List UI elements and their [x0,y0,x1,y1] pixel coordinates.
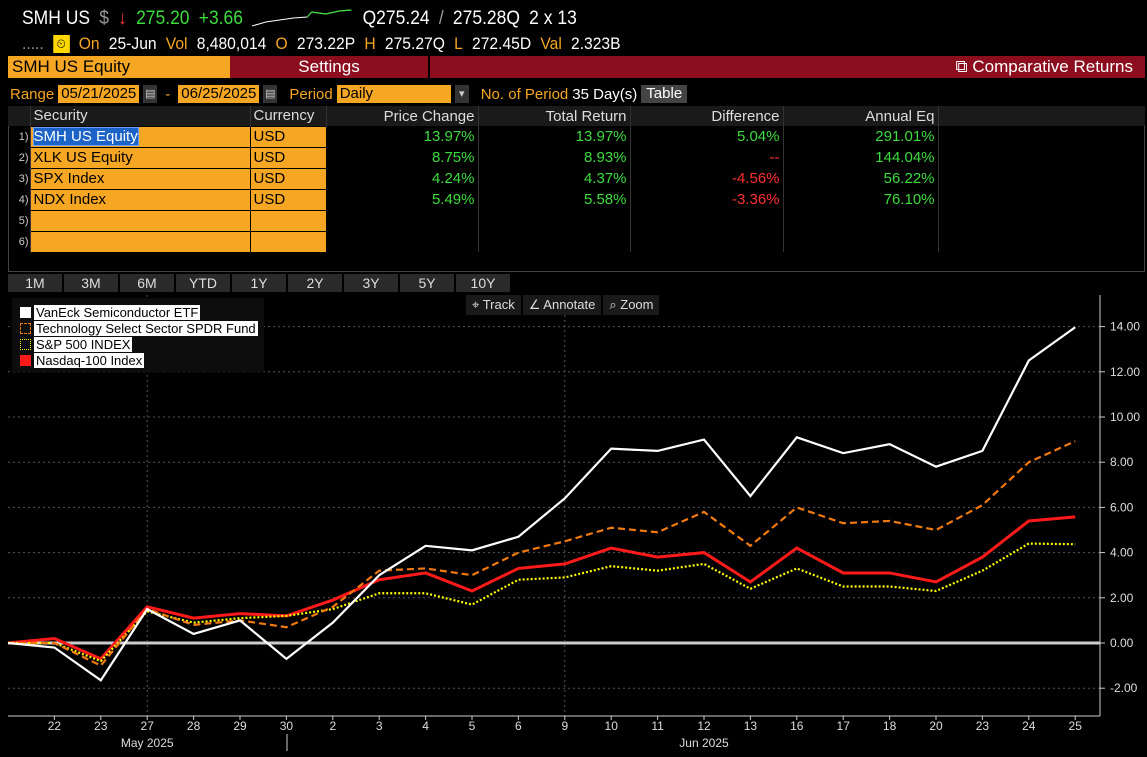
legend-label: Nasdaq-100 Index [34,352,145,368]
returns-chart[interactable]: -2.00 0.00 2.00 4.00 6.00 8.00 10.00 12.00 14.00… [0,0,1147,757]
zoom-label: Zoom [620,297,654,312]
zoom-button[interactable]: ⌕ Zoom [603,295,660,315]
x-tick-label: 18 [883,719,897,733]
track-button[interactable]: ⌖ Track [466,295,521,315]
x-tick-label: 6 [515,719,522,733]
y-tick-label: 14.00 [1110,320,1140,334]
magnifier-icon: ⌕ [609,297,621,312]
x-tick-label: 13 [744,719,758,733]
annotate-label: Annotate [543,297,596,312]
y-tick-label: 12.00 [1110,365,1140,379]
x-tick-label: 16 [790,719,804,733]
crosshair-icon: ⌖ [472,297,483,312]
chart-legend: VanEck Semiconductor ETF Technology Selec… [12,298,264,372]
y-tick-label: 0.00 [1110,636,1134,650]
x-tick-label: 29 [233,719,247,733]
month-label: Jun 2025 [679,736,729,750]
legend-swatch [20,306,31,318]
x-tick-label: 22 [48,719,62,733]
x-tick-label: 25 [1069,719,1083,733]
track-label: Track [482,297,515,312]
x-tick-label: 9 [561,719,568,733]
chart-tools: ⌖ Track ∠ Annotate ⌕ Zoom [466,295,660,315]
x-tick-label: 11 [651,719,664,733]
x-tick-label: 17 [837,719,851,733]
legend-item[interactable]: VanEck Semiconductor ETF [20,304,264,320]
x-tick-label: 10 [605,719,619,733]
legend-swatch [20,338,31,350]
x-tick-label: 5 [469,719,476,733]
legend-label: VanEck Semiconductor ETF [34,304,201,320]
y-tick-label: 8.00 [1110,455,1134,469]
x-tick-label: 2 [329,719,336,733]
legend-item[interactable]: Technology Select Sector SPDR Fund [20,320,264,336]
x-tick-label: 27 [141,719,155,733]
x-tick-label: 28 [187,719,201,733]
y-tick-label: 6.00 [1110,500,1134,514]
x-tick-label: 3 [376,719,383,733]
legend-swatch [20,354,31,366]
legend-swatch [20,322,31,334]
y-tick-label: 2.00 [1110,591,1134,605]
y-tick-label: 10.00 [1110,410,1140,424]
x-tick-label: 20 [929,719,943,733]
x-tick-label: 4 [422,719,429,733]
series-line-vaneck-semiconductor-etf [7,326,1076,682]
x-tick-label: 30 [280,719,294,733]
x-tick-label: 24 [1022,719,1036,733]
annotate-button[interactable]: ∠ Annotate [522,295,602,315]
month-label: May 2025 [121,736,174,750]
legend-item[interactable]: Nasdaq-100 Index [20,352,264,368]
legend-label: S&P 500 INDEX [34,336,133,352]
y-tick-label: -2.00 [1110,681,1138,695]
x-tick-label: 12 [697,719,711,733]
pencil-icon: ∠ [528,297,544,312]
series-line-technology-select-sector-spdr-fund [8,440,1076,667]
x-tick-label: 23 [976,719,990,733]
series-line-nasdaq-100-index [7,515,1076,661]
x-tick-label: 23 [94,719,108,733]
legend-item[interactable]: S&P 500 INDEX [20,336,264,352]
y-tick-label: 4.00 [1110,546,1134,560]
legend-label: Technology Select Sector SPDR Fund [34,320,258,336]
